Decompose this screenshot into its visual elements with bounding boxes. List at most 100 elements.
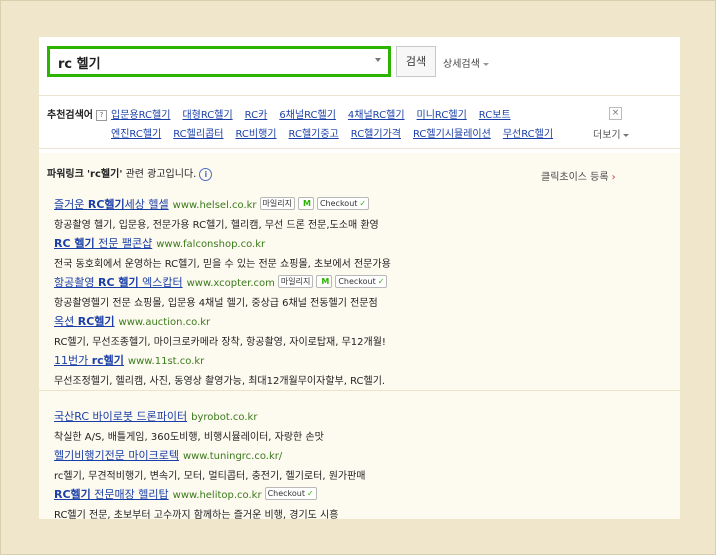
ad-title-part: 전문 팰콘샵 [94, 237, 153, 250]
recommended-term[interactable]: 미니RC헬기 [417, 110, 467, 121]
ad-title-part: 세상 헬셀 [124, 198, 169, 211]
ad-item: 옥션 RC헬기 www.auction.co.kr RC헬기, 무선조종헬기, 마… [54, 310, 386, 348]
chevron-down-icon [622, 133, 629, 137]
ad-title[interactable]: 즐거운 RC헬기세상 헬셀 [54, 198, 169, 211]
checkout-label: Checkout [338, 277, 376, 286]
ad-url[interactable]: www.tuningrc.co.kr/ [183, 451, 282, 462]
recommended-term[interactable]: RC비행기 [235, 129, 276, 140]
ad-url[interactable]: www.helitop.co.kr [173, 490, 262, 501]
ad-title[interactable]: 헬기비행기전문 마이크로텍 [54, 449, 179, 462]
recommended-term[interactable]: RC카 [245, 110, 268, 121]
mileage-m-badge[interactable]: M [316, 275, 333, 288]
ad-item: 항공촬영 RC 헬기 엑스캅터 www.xcopter.com 마일리지 M Check… [54, 271, 388, 309]
search-button[interactable]: 검색 [396, 46, 436, 77]
ad-title-keyword: RC 헬기 [97, 276, 139, 289]
mileage-label: 마일리지 [262, 199, 292, 208]
more-button[interactable]: 더보기 [593, 126, 629, 141]
ad-url[interactable]: www.11st.co.kr [128, 356, 204, 367]
recommended-term[interactable]: 입문용RC헬기 [111, 110, 170, 121]
ad-url[interactable]: www.auction.co.kr [119, 317, 211, 328]
recommended-term[interactable]: RC헬기시뮬레이션 [413, 129, 491, 140]
ad-item: RC헬기 전문매장 헬리탑 www.helitop.co.kr Checkout ✓ … [54, 483, 338, 521]
powerlink-ads: 파워링크 'rc헬기' 관련 광고입니다. i 클릭초이스 등록 › 즐거운 RC헬… [39, 153, 680, 521]
ad-title[interactable]: 항공촬영 RC 헬기 엑스캅터 [54, 276, 183, 289]
recommended-term[interactable]: 4채널RC헬기 [348, 110, 405, 121]
help-icon[interactable]: ? [96, 109, 107, 121]
ad-title-keyword: RC헬기 [54, 488, 91, 501]
recommended-term[interactable]: RC보트 [479, 110, 511, 121]
ad-title[interactable]: 11번가 rc헬기 [54, 354, 124, 367]
mileage-m-badge[interactable]: M [298, 197, 314, 210]
ad-description: 무선조정헬기, 헬리캠, 사진, 동영상 촬영가능, 최대12개월무이자할부, … [54, 376, 386, 387]
ad-url[interactable]: www.xcopter.com [187, 278, 275, 289]
ad-title-part: 옥션 [54, 315, 78, 328]
clickchoice-register-link[interactable]: 클릭초이스 등록 › [541, 168, 616, 183]
recommended-searches: 추천검색어? 입문용RC헬기 대형RC헬기 RC카 6채널RC헬기 4채널RC헬기 미니R… [39, 95, 680, 149]
register-label: 클릭초이스 등록 [541, 172, 609, 183]
search-input[interactable] [56, 52, 360, 73]
ad-description: 전국 동호회에서 운영하는 RC헬기, 믿을 수 있는 전문 쇼핑몰, 초보에서… [54, 259, 391, 270]
ad-title-part: 즐거운 [54, 198, 88, 211]
powerlink-suffix: 관련 광고입니다. [122, 169, 197, 180]
mileage-icon: M [303, 199, 311, 208]
ad-title-part: 헬기비행기전문 마이크로텍 [54, 449, 179, 462]
cart-icon: ✓ [377, 277, 385, 286]
recommended-label: 추천검색어? [47, 106, 107, 121]
ad-title-keyword: rc헬기 [91, 354, 124, 367]
mileage-badge[interactable]: 마일리지 [259, 197, 295, 210]
ad-title[interactable]: 옥션 RC헬기 [54, 315, 115, 328]
cart-icon: ✓ [307, 489, 314, 498]
ad-item: RC 헬기 전문 팰콘샵 www.falconshop.co.kr 전국 동호회에… [54, 232, 391, 270]
recommended-term[interactable]: 대형RC헬기 [182, 110, 232, 121]
powerlink-title: 파워링크 [47, 169, 84, 180]
ad-title-keyword: RC 헬기 [54, 237, 95, 250]
ad-item: 11번가 rc헬기 www.11st.co.kr 무선조정헬기, 헬리캠, 사진,… [54, 349, 385, 387]
ad-title-part: 전문매장 헬리탑 [90, 488, 169, 501]
powerlink-query: 'rc헬기' [87, 169, 123, 180]
recommended-term[interactable]: RC헬리콥터 [173, 129, 223, 140]
recommended-row-2: 엔진RC헬기 RC헬리콥터 RC비행기 RC헬기중고 RC헬기가격 RC헬기시뮬레이션 무선… [111, 125, 565, 140]
ad-item: 국산RC 바이로봇 드론파이터 byrobot.co.kr 착실한 A/S, 배틀… [54, 405, 324, 443]
recommended-term[interactable]: 엔진RC헬기 [111, 129, 161, 140]
chevron-down-icon [482, 62, 489, 66]
autocomplete-toggle-icon[interactable] [375, 58, 381, 62]
ad-title-part: 국산RC 바이로봇 드론파이터 [54, 410, 188, 423]
cart-icon: ✓ [359, 199, 367, 208]
close-icon[interactable]: × [609, 107, 622, 120]
checkout-label: Checkout [319, 199, 358, 208]
ad-title[interactable]: RC헬기 전문매장 헬리탑 [54, 488, 169, 501]
info-icon[interactable]: i [199, 167, 213, 181]
powerlink-header: 파워링크 'rc헬기' 관련 광고입니다. i [47, 165, 213, 181]
recommended-term[interactable]: RC헬기가격 [351, 129, 401, 140]
ad-url[interactable]: www.falconshop.co.kr [156, 239, 265, 250]
ad-title-keyword: RC헬기 [87, 198, 125, 211]
ad-item: 헬기비행기전문 마이크로텍 www.tuningrc.co.kr/ rc헬기, 무… [54, 444, 366, 482]
page-frame: 검색 상세검색 추천검색어? 입문용RC헬기 대형RC헬기 RC카 6채널RC헬기 4채… [0, 0, 716, 555]
recommended-term[interactable]: 6채널RC헬기 [279, 110, 336, 121]
recommended-label-text: 추천검색어 [47, 110, 93, 121]
checkout-label: Checkout [267, 489, 306, 498]
search-box[interactable] [47, 46, 391, 77]
checkout-badge[interactable]: Checkout ✓ [316, 197, 370, 210]
mileage-label: 마일리지 [280, 277, 311, 286]
advanced-search-link[interactable]: 상세검색 [443, 55, 489, 70]
ad-title-keyword: RC헬기 [77, 315, 115, 328]
recommended-term[interactable]: RC헬기중고 [289, 129, 339, 140]
ad-description: rc헬기, 무견적비행기, 변속기, 모터, 멀티콥터, 충전기, 헬기로터, … [54, 471, 366, 482]
chevron-right-icon: › [611, 172, 616, 183]
more-label: 더보기 [593, 130, 621, 141]
mileage-badge[interactable]: 마일리지 [277, 275, 314, 288]
content-panel: 검색 상세검색 추천검색어? 입문용RC헬기 대형RC헬기 RC카 6채널RC헬기 4채… [39, 37, 680, 521]
ad-description: 착실한 A/S, 배틀게임, 360도비행, 비행시뮬레이터, 자랑한 손맛 [54, 432, 324, 443]
recommended-term[interactable]: 무선RC헬기 [503, 129, 553, 140]
checkout-badge[interactable]: Checkout ✓ [335, 275, 388, 288]
ad-url[interactable]: www.helsel.co.kr [173, 200, 257, 211]
ad-title-part: 항공촬영 [54, 276, 98, 289]
ad-url[interactable]: byrobot.co.kr [191, 412, 257, 423]
ad-item: 즐거운 RC헬기세상 헬셀 www.helsel.co.kr 마일리지 M Checko… [54, 193, 379, 231]
ad-title[interactable]: RC 헬기 전문 팰콘샵 [54, 237, 152, 250]
mileage-icon: M [321, 277, 330, 286]
checkout-badge[interactable]: Checkout ✓ [264, 487, 317, 500]
ad-title[interactable]: 국산RC 바이로봇 드론파이터 [54, 410, 187, 423]
ad-title-part: 11번가 [54, 354, 92, 367]
